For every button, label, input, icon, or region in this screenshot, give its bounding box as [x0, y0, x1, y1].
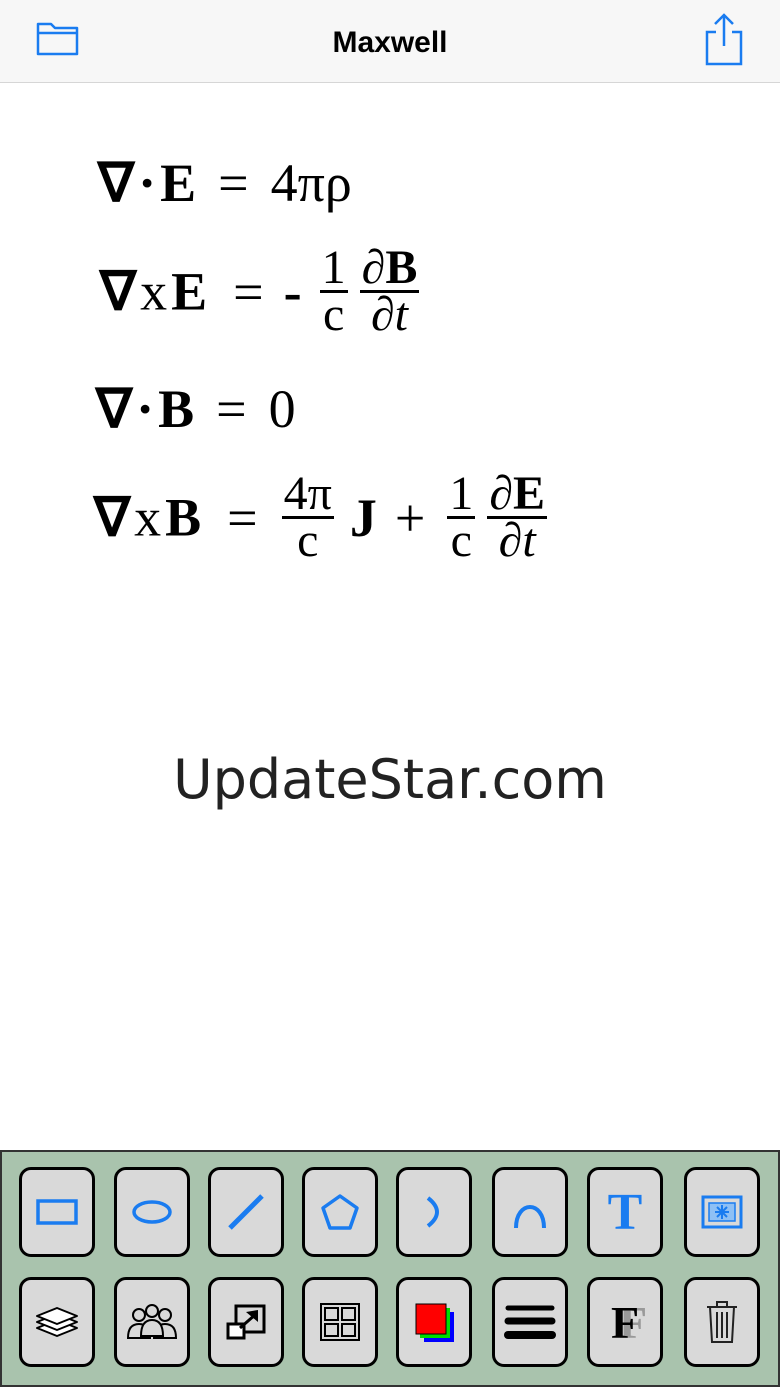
fraction-one-over-c: 1 c — [447, 467, 476, 567]
arc-icon — [426, 1196, 439, 1228]
watermark-text: UpdateStar.com — [173, 748, 607, 811]
fraction-numerator: 1 — [447, 467, 476, 520]
ellipse-icon — [132, 1200, 172, 1224]
equation-faraday[interactable]: ∇ x E = - 1 c ∂B ∂t — [100, 241, 423, 341]
polygon-tool-button[interactable] — [302, 1167, 378, 1257]
curve-tool-button[interactable] — [492, 1167, 568, 1257]
operator-dot: · — [138, 153, 157, 213]
nabla-symbol: ∇ — [96, 379, 133, 439]
resize-button[interactable] — [208, 1277, 284, 1367]
color-button[interactable] — [396, 1277, 472, 1367]
folder-button[interactable] — [34, 18, 82, 60]
fraction-denominator: ∂t — [370, 288, 408, 341]
resize-icon — [226, 1304, 266, 1340]
line-tool-button[interactable] — [208, 1167, 284, 1257]
fraction-numerator: ∂B — [359, 244, 420, 293]
line-icon — [228, 1194, 264, 1230]
equals-sign: = — [233, 261, 264, 322]
rectangle-icon — [36, 1199, 78, 1225]
fraction-denominator: ∂t — [498, 514, 536, 567]
trash-icon — [707, 1301, 737, 1343]
share-button[interactable] — [700, 10, 748, 70]
ellipse-tool-button[interactable] — [114, 1167, 190, 1257]
image-icon — [701, 1195, 743, 1229]
font-icon: F — [610, 1296, 640, 1348]
arc-tool-button[interactable] — [396, 1167, 472, 1257]
equation-gauss-b[interactable]: ∇ · B = 0 — [96, 382, 296, 436]
fraction-one-over-c: 1 c — [319, 241, 348, 341]
tool-palette: T F — [0, 1150, 780, 1387]
field-e: E — [513, 467, 546, 520]
fraction-denominator: c — [322, 288, 345, 341]
partial-symbol: ∂ — [489, 467, 514, 520]
navigation-bar: Maxwell — [0, 0, 780, 83]
rhs-zero: 0 — [268, 379, 296, 439]
field-b: B — [158, 379, 195, 439]
folder-icon — [36, 22, 79, 56]
fraction-denominator: c — [450, 514, 472, 567]
fraction-numerator: ∂E — [487, 470, 548, 519]
line-weight-icon — [504, 1305, 556, 1339]
layers-button[interactable] — [19, 1277, 95, 1367]
current-density-j: J — [349, 487, 377, 548]
equation-gauss-e[interactable]: ∇ · E = 4πρ — [98, 156, 352, 210]
share-icon — [705, 13, 743, 66]
equals-sign: = — [227, 487, 258, 548]
curve-icon — [514, 1205, 546, 1229]
field-e: E — [171, 261, 208, 322]
nabla-symbol: ∇ — [100, 261, 137, 322]
equals-sign: = — [218, 153, 249, 213]
group-icon — [126, 1304, 178, 1339]
fraction-numerator: 4π — [281, 467, 334, 520]
grid-button[interactable] — [302, 1277, 378, 1367]
rectangle-tool-button[interactable] — [19, 1167, 95, 1257]
text-icon: T — [607, 1183, 643, 1241]
font-button[interactable]: F — [587, 1277, 663, 1367]
nabla-symbol: ∇ — [94, 487, 131, 548]
delete-button[interactable] — [684, 1277, 760, 1367]
operator-dot: · — [136, 379, 155, 439]
pentagon-icon — [321, 1194, 359, 1230]
field-e: E — [160, 153, 197, 213]
text-tool-button[interactable]: T — [587, 1167, 663, 1257]
image-tool-button[interactable] — [684, 1167, 760, 1257]
layers-icon — [36, 1307, 78, 1337]
fraction-4pi-over-c: 4π c — [281, 467, 334, 567]
field-b: B — [165, 487, 202, 548]
minus-sign: - — [283, 261, 302, 322]
rhs-4-pi-rho: 4πρ — [270, 153, 352, 213]
operator-cross: x — [134, 487, 162, 548]
line-weight-button[interactable] — [492, 1277, 568, 1367]
drawing-canvas[interactable]: ∇ · E = 4πρ ∇ x E = - 1 c ∂B ∂t ∇ · B = … — [0, 84, 780, 1150]
group-button[interactable] — [114, 1277, 190, 1367]
field-b: B — [385, 241, 418, 294]
operator-cross: x — [140, 261, 168, 322]
nabla-symbol: ∇ — [98, 153, 135, 213]
equation-ampere[interactable]: ∇ x B = 4π c J + 1 c ∂E ∂t — [94, 467, 551, 567]
page-title: Maxwell — [332, 26, 448, 59]
plus-sign: + — [394, 487, 426, 548]
fraction-numerator: 1 — [319, 241, 348, 294]
grid-icon — [320, 1303, 360, 1341]
fraction-denominator: c — [297, 514, 319, 567]
partial-symbol: ∂ — [361, 241, 386, 294]
equals-sign: = — [216, 379, 247, 439]
fraction-db-dt: ∂B ∂t — [359, 244, 420, 341]
color-icon — [415, 1303, 454, 1342]
fraction-de-dt: ∂E ∂t — [487, 470, 548, 567]
